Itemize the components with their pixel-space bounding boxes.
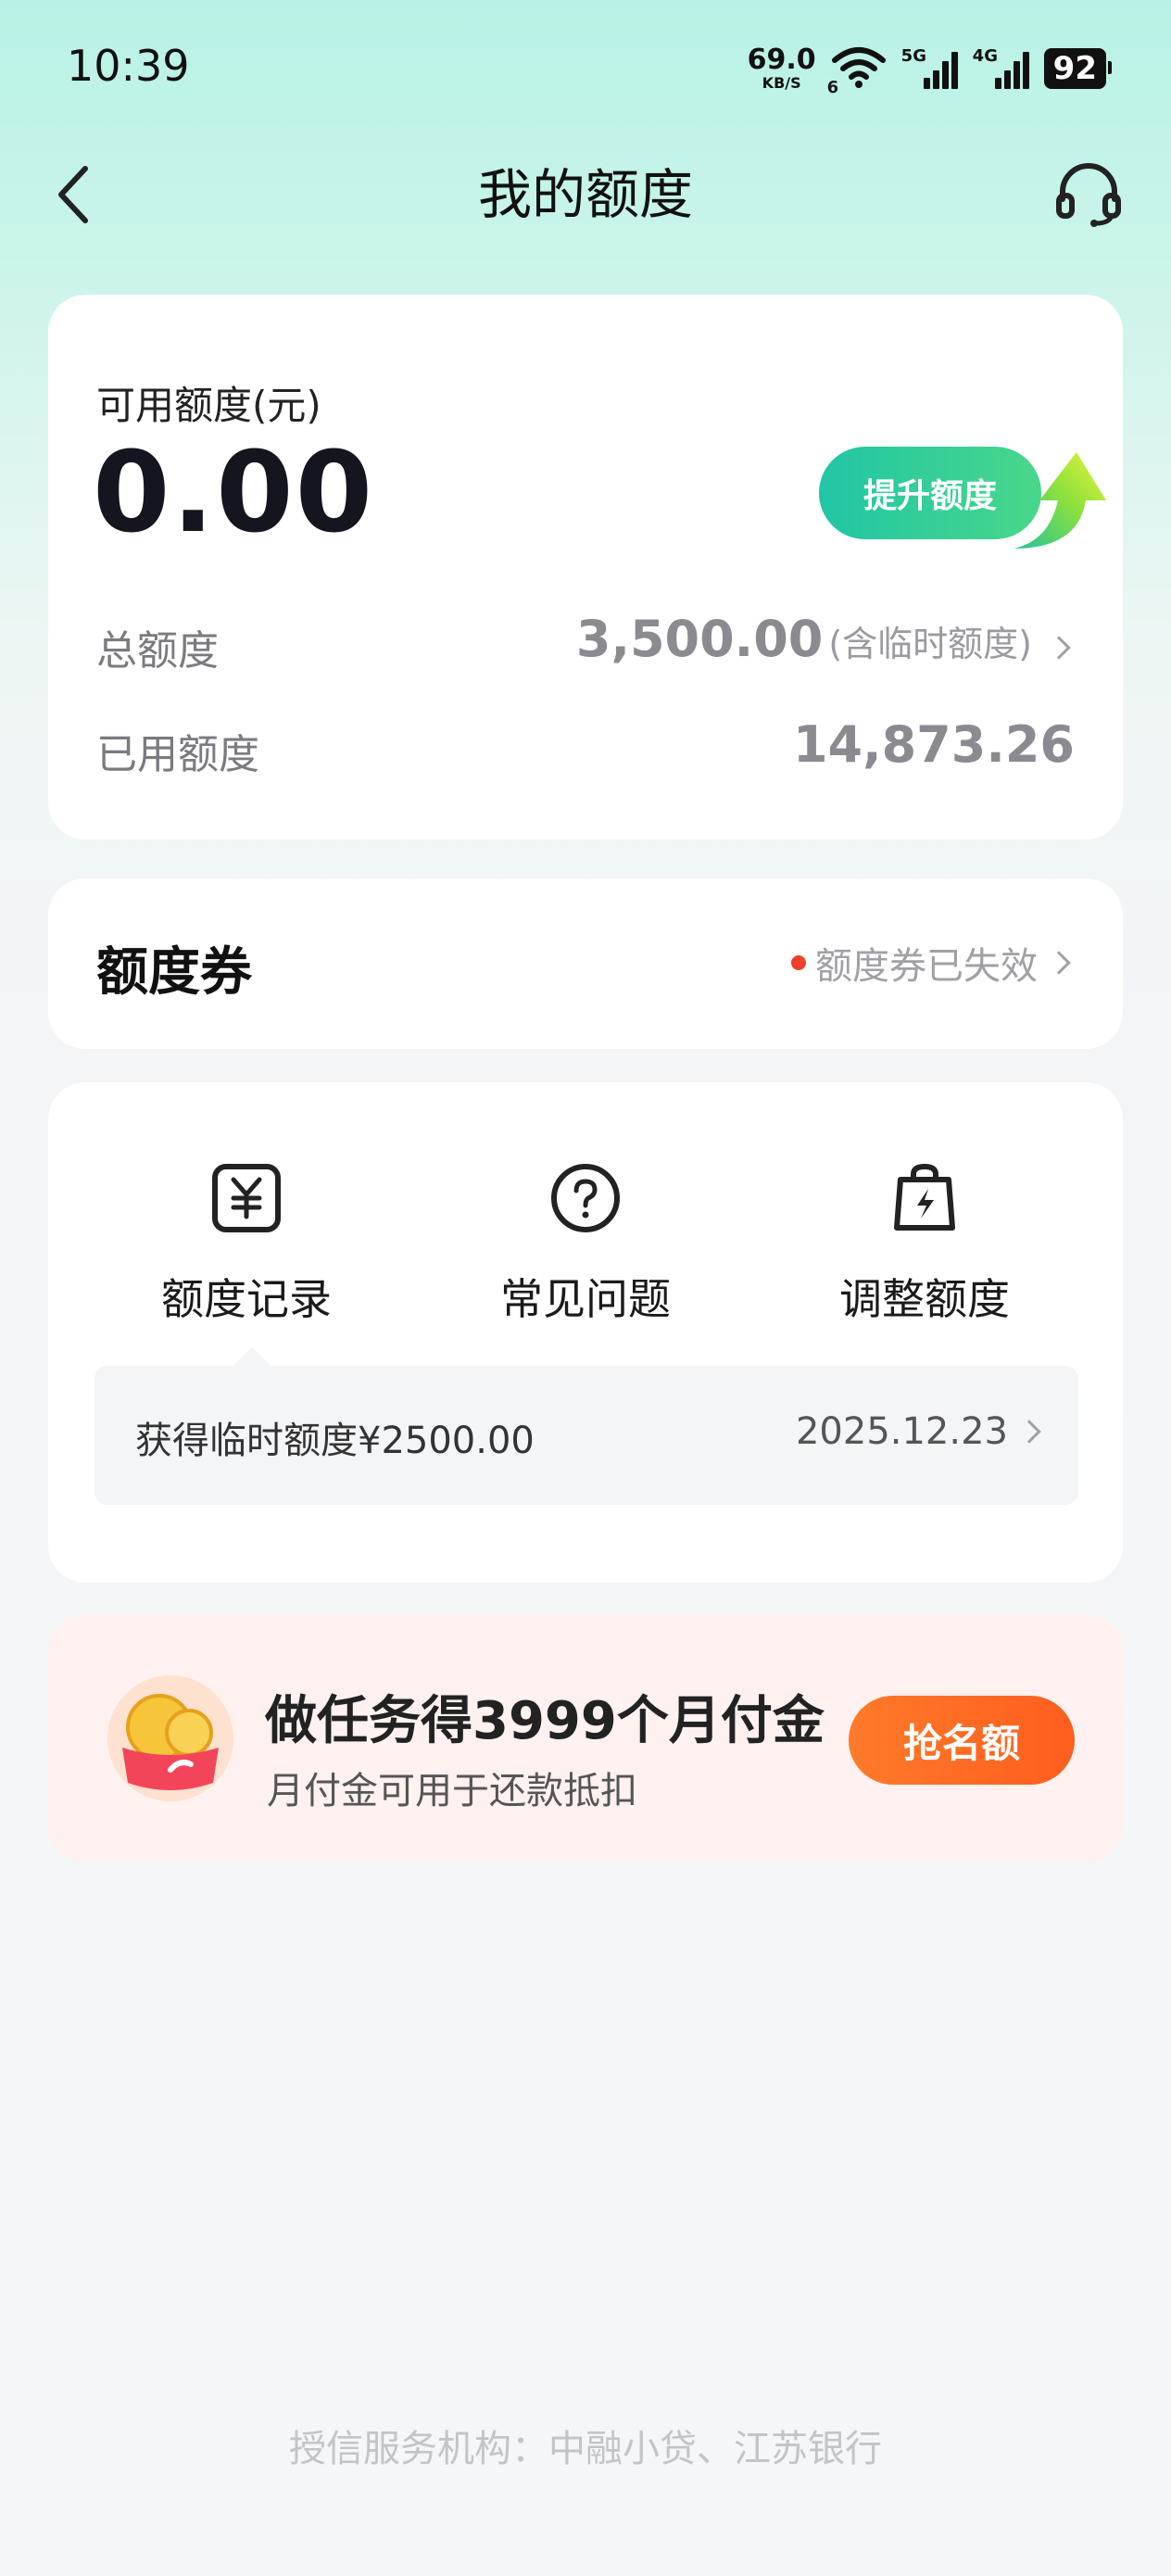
faq-button[interactable]: 常见问题 (447, 1158, 724, 1327)
chevron-right-icon (1047, 636, 1071, 660)
available-credit-label: 可用额度(元) (96, 383, 321, 428)
coupon-status: 额度券已失效 (791, 936, 1071, 990)
status-time: 10:39 (67, 41, 190, 91)
headset-icon (1056, 163, 1121, 227)
latest-record-row[interactable]: 获得临时额度¥2500.00 2025.12.23 (94, 1347, 1078, 1505)
record-date: 2025.12.23 (795, 1410, 1041, 1453)
up-arrow-icon (1014, 452, 1106, 549)
credit-record-label: 额度记录 (161, 1274, 332, 1324)
net-speed: 69.0 KB/S (748, 46, 816, 91)
net-speed-unit: KB/S (762, 74, 801, 92)
grab-quota-button[interactable]: 抢名额 (849, 1696, 1075, 1785)
total-credit-note: (含临时额度) (828, 624, 1032, 664)
total-credit-label: 总额度 (96, 627, 219, 675)
signal-5g-icon: 5G (900, 46, 958, 89)
wifi-sub-label: 6 (826, 78, 839, 97)
raise-credit-label: 提升额度 (863, 477, 998, 515)
footer-institutions: 授信服务机构：中融小贷、江苏银行 (289, 2428, 882, 2470)
battery-icon: 92 (1043, 48, 1113, 89)
used-credit-label: 已用额度 (96, 731, 259, 778)
alert-dot-icon (791, 955, 806, 970)
faq-label: 常见问题 (500, 1274, 671, 1324)
page-title: 我的额度 (477, 163, 693, 226)
signal-4g-icon: 4G (972, 46, 1029, 89)
available-credit-value: 0.00 (93, 429, 375, 558)
record-date-value: 2025.12.23 (795, 1410, 1008, 1453)
credit-card: 可用额度(元) 0.00 提升额度 总额度 3,500.00 (含临时额度) 已… (48, 295, 1123, 840)
wifi-icon: 6 (827, 45, 887, 97)
adjust-credit-label: 调整额度 (839, 1274, 1010, 1324)
chevron-right-icon (1017, 1420, 1041, 1444)
actions-card: 额度记录 常见问题 调整额度 获得临时额度¥2500.00 2025.12.23 (48, 1082, 1123, 1583)
coupon-card[interactable]: 额度券 额度券已失效 (48, 878, 1123, 1049)
promo-title: 做任务得3999个月付金 (265, 1691, 825, 1751)
status-bar: 10:39 69.0 KB/S 6 5G 4G 92 (0, 0, 1171, 139)
promo-card: 做任务得3999个月付金 月付金可用于还款抵扣 抢名额 (48, 1614, 1123, 1863)
net-speed-value: 69.0 (747, 44, 816, 76)
coupon-status-text: 额度券已失效 (815, 945, 1038, 988)
customer-service-button[interactable] (1047, 158, 1130, 232)
status-icons: 69.0 KB/S 6 5G 4G 92 (748, 41, 1113, 97)
coin-wallet-icon (107, 1675, 233, 1801)
used-credit-value: 14,873.26 (792, 715, 1075, 774)
credit-record-button[interactable]: 额度记录 (107, 1158, 385, 1327)
total-credit-row[interactable]: 3,500.00 (含临时额度) (575, 610, 1071, 668)
coupon-title: 额度券 (96, 942, 252, 1003)
adjust-credit-button[interactable]: 调整额度 (786, 1158, 1064, 1327)
signal-4g-label: 4G (972, 46, 998, 66)
yuan-receipt-icon (207, 1158, 286, 1238)
record-text: 获得临时额度¥2500.00 (135, 1420, 535, 1462)
question-circle-icon (546, 1158, 625, 1238)
total-credit-value: 3,500.00 (575, 610, 824, 668)
chevron-right-icon (1047, 951, 1071, 975)
promo-subtitle: 月付金可用于还款抵扣 (267, 1770, 637, 1812)
lightning-bag-icon (885, 1158, 964, 1238)
nav-bar: 我的额度 (0, 139, 1171, 250)
signal-5g-label: 5G (900, 46, 926, 66)
